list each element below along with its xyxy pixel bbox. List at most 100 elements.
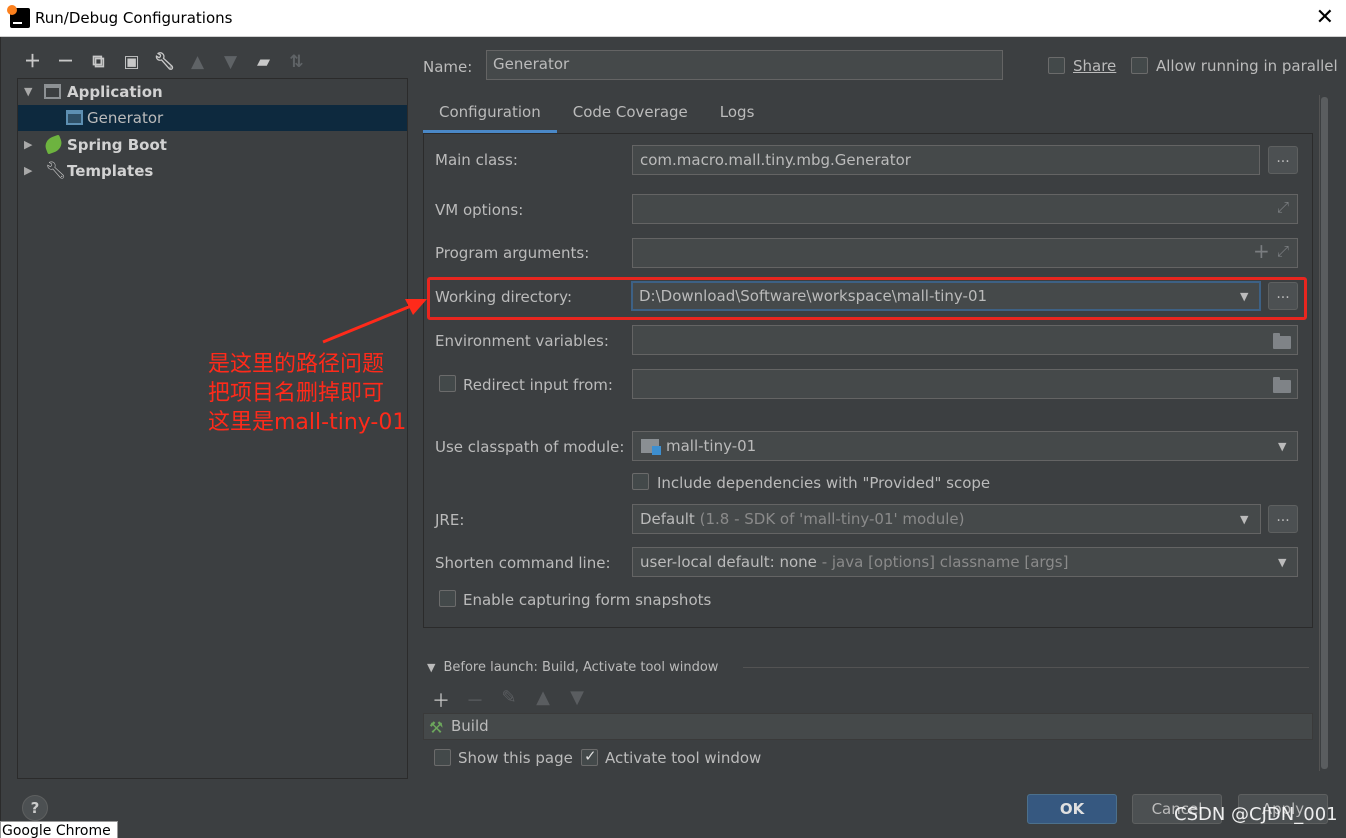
jre-label: JRE:	[435, 511, 465, 529]
include-deps-label: Include dependencies with "Provided" sco…	[657, 474, 991, 492]
folder-icon[interactable]	[1273, 377, 1291, 393]
wrench-icon[interactable]: 🔧︎	[153, 51, 176, 73]
sort-icon[interactable]: ⇅	[285, 51, 308, 73]
ok-button[interactable]: OK	[1027, 794, 1117, 824]
annotation-line: 把项目名删掉即可	[208, 381, 385, 406]
application-icon	[44, 84, 61, 99]
folder-add-icon[interactable]: ▰	[252, 51, 275, 73]
redirect-checkbox[interactable]	[439, 375, 456, 392]
parallel-checkbox[interactable]	[1131, 57, 1148, 74]
activate-window-label: Activate tool window	[605, 749, 762, 767]
activate-window-checkbox[interactable]	[581, 747, 598, 766]
tab-code-coverage[interactable]: Code Coverage	[557, 97, 704, 133]
shorten-select[interactable]: user-local default: none - java [options…	[632, 547, 1298, 577]
wrench-icon: 🔧︎	[45, 161, 67, 181]
tree-item-spring-boot[interactable]: ▶ Spring Boot	[18, 132, 407, 158]
scrollbar-thumb[interactable]	[1321, 97, 1328, 769]
tab-logs[interactable]: Logs	[704, 97, 771, 133]
expand-icon[interactable]: ⤢	[1277, 198, 1289, 216]
remove-icon[interactable]: －	[54, 51, 77, 73]
title-bar: Run/Debug Configurations ✕	[0, 0, 1346, 37]
tree-item-label: Spring Boot	[67, 136, 167, 154]
chevron-down-icon[interactable]: ▼	[1278, 556, 1286, 569]
redirect-label: Redirect input from:	[463, 376, 613, 394]
expanded-arrow-icon[interactable]: ▼	[24, 79, 32, 105]
move-down-icon[interactable]: ▼	[219, 51, 242, 73]
tree-item-label: Application	[67, 83, 163, 101]
jre-value: Default	[640, 510, 695, 528]
collapse-arrow-icon[interactable]: ▼	[427, 661, 435, 674]
share-label: Share	[1073, 57, 1117, 75]
jre-browse-button[interactable]: ...	[1268, 505, 1298, 533]
snapshots-label: Enable capturing form snapshots	[463, 591, 712, 609]
collapsed-arrow-icon[interactable]: ▶	[24, 132, 32, 158]
name-label: Name:	[423, 58, 473, 76]
parallel-label: Allow running in parallel	[1156, 57, 1338, 75]
vm-options-label: VM options:	[435, 201, 524, 219]
shorten-value-detail: - java [options] classname [args]	[821, 553, 1069, 571]
name-input[interactable]: Generator	[486, 50, 1003, 80]
annotation-line: 这里是mall-tiny-01	[208, 410, 407, 435]
generator-icon	[66, 110, 83, 125]
intellij-icon	[7, 5, 30, 28]
vm-options-input[interactable]	[632, 194, 1298, 224]
main-class-input[interactable]: com.macro.mall.tiny.mbg.Generator	[632, 145, 1260, 175]
classpath-select[interactable]: mall-tiny-01	[632, 431, 1298, 461]
tree-item-templates[interactable]: ▶ 🔧︎ Templates	[18, 158, 407, 184]
dialog-body: ＋ － ⧉ ▣ 🔧︎ ▲ ▼ ▰ ⇅ ▼ Application Generat…	[0, 37, 1346, 838]
share-checkbox[interactable]	[1048, 57, 1065, 74]
add-icon[interactable]: ＋	[21, 51, 44, 73]
taskbar-tooltip: Google Chrome	[0, 821, 118, 838]
remove-icon[interactable]: －	[465, 687, 485, 713]
separator	[743, 667, 1309, 668]
working-dir-browse-button[interactable]: ...	[1268, 282, 1298, 310]
chevron-down-icon[interactable]: ▼	[1240, 513, 1248, 526]
move-down-icon[interactable]: ▼	[567, 687, 587, 713]
module-icon	[641, 439, 661, 455]
chevron-down-icon[interactable]: ▼	[1278, 440, 1286, 453]
redirect-input[interactable]	[632, 369, 1298, 399]
copy-icon[interactable]: ⧉	[87, 51, 110, 73]
window-title: Run/Debug Configurations	[35, 9, 233, 27]
move-up-icon[interactable]: ▲	[533, 687, 553, 713]
config-toolbar: ＋ － ⧉ ▣ 🔧︎ ▲ ▼ ▰ ⇅	[21, 51, 308, 73]
jre-value-detail: (1.8 - SDK of 'mall-tiny-01' module)	[699, 510, 965, 528]
build-task-row[interactable]: ⚒︎ Build	[423, 713, 1313, 740]
show-page-checkbox[interactable]	[434, 749, 451, 766]
main-class-label: Main class:	[435, 151, 518, 169]
shorten-label: Shorten command line:	[435, 554, 611, 572]
tree-item-label: Templates	[67, 162, 154, 180]
build-task-label: Build	[451, 717, 489, 735]
jre-select[interactable]: Default (1.8 - SDK of 'mall-tiny-01' mod…	[632, 504, 1261, 534]
working-dir-input[interactable]: D:\Download\Software\workspace\mall-tiny…	[631, 281, 1261, 311]
edit-icon[interactable]: ✎	[499, 687, 519, 713]
annotation-line: 是这里的路径问题	[208, 352, 385, 377]
before-launch-title: Before launch: Build, Activate tool wind…	[443, 660, 719, 675]
move-up-icon[interactable]: ▲	[186, 51, 209, 73]
tree-item-generator[interactable]: Generator	[18, 105, 407, 131]
annotation-text: 是这里的路径问题 把项目名删掉即可 这里是mall-tiny-01	[208, 350, 406, 437]
close-icon[interactable]: ✕	[1316, 5, 1334, 30]
add-icon[interactable]: ＋	[431, 687, 451, 713]
hammer-icon: ⚒︎	[429, 718, 444, 737]
folder-icon[interactable]	[1273, 333, 1291, 349]
program-args-input[interactable]	[632, 238, 1298, 268]
expand-icon[interactable]: ⤢	[1277, 242, 1289, 260]
tree-item-application[interactable]: ▼ Application	[18, 79, 407, 105]
before-launch-header[interactable]: ▼ Before launch: Build, Activate tool win…	[427, 660, 718, 675]
main-class-browse-button[interactable]: ...	[1268, 146, 1298, 174]
before-launch-toolbar: ＋ － ✎ ▲ ▼	[431, 687, 587, 713]
plus-icon[interactable]: +	[1253, 239, 1270, 263]
collapsed-arrow-icon[interactable]: ▶	[24, 158, 32, 184]
include-deps-checkbox[interactable]	[632, 473, 649, 490]
chevron-down-icon[interactable]: ▼	[1240, 290, 1248, 303]
tab-configuration[interactable]: Configuration	[423, 97, 557, 133]
snapshots-checkbox[interactable]	[439, 590, 456, 607]
env-vars-input[interactable]	[632, 325, 1298, 355]
program-args-label: Program arguments:	[435, 244, 590, 262]
help-button[interactable]: ?	[22, 795, 48, 821]
working-dir-label: Working directory:	[435, 288, 573, 306]
save-icon[interactable]: ▣	[120, 51, 143, 73]
shorten-value: user-local default: none	[640, 553, 817, 571]
classpath-label: Use classpath of module:	[435, 438, 625, 456]
